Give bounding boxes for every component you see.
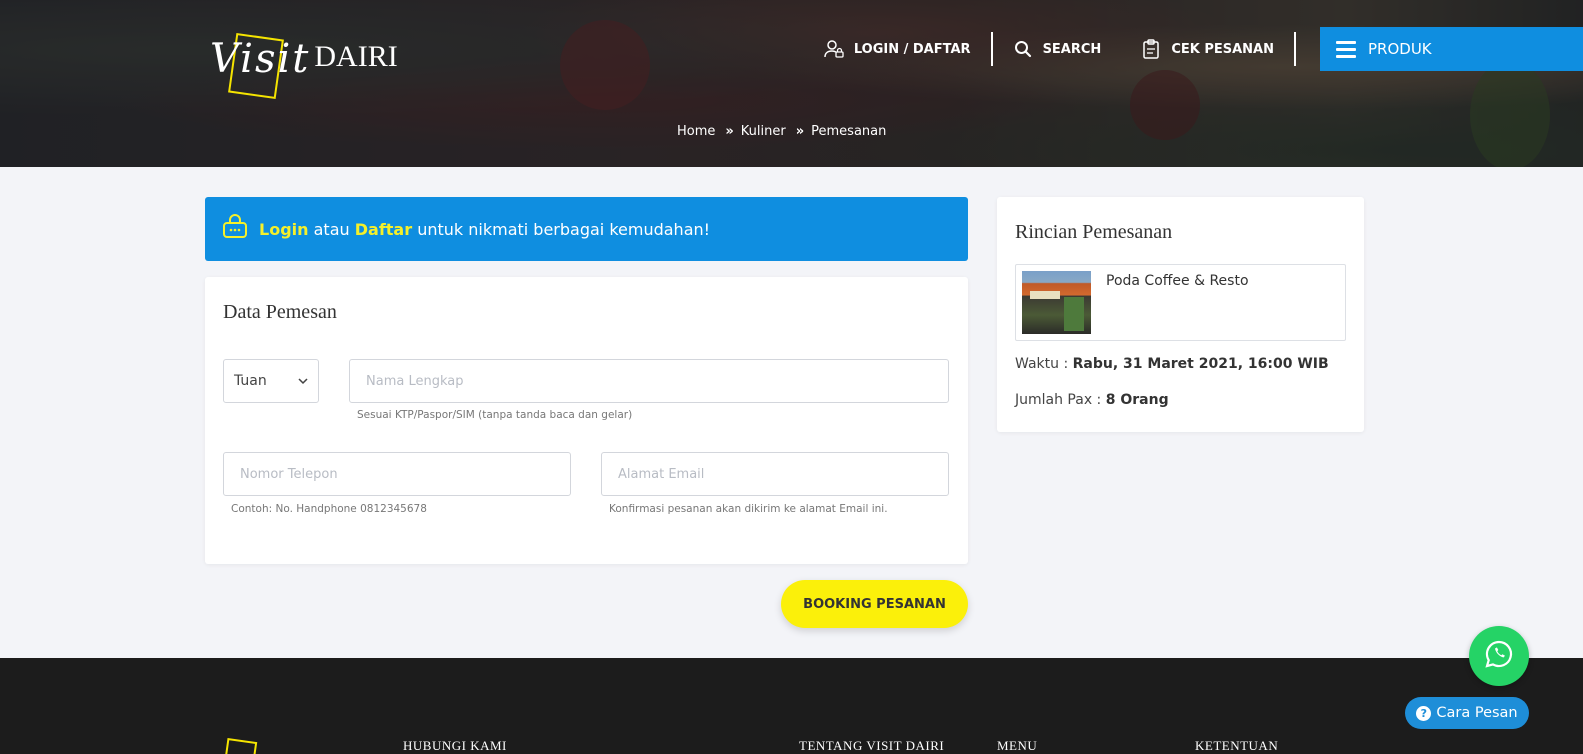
clipboard-icon — [1141, 39, 1161, 59]
email-placeholder: Alamat Email — [618, 466, 705, 482]
ordered-item[interactable]: Poda Coffee & Resto — [1015, 264, 1346, 341]
whatsapp-button[interactable] — [1469, 626, 1529, 686]
breadcrumb-kuliner[interactable]: Kuliner — [741, 124, 786, 139]
hero-decoration — [560, 20, 650, 110]
phone-placeholder: Nomor Telepon — [240, 466, 338, 482]
time-label: Waktu : — [1015, 356, 1069, 372]
logo-word: DAIRI — [314, 40, 398, 73]
cara-pesan-button[interactable]: ? Cara Pesan — [1405, 697, 1529, 729]
pax-label: Jumlah Pax : — [1015, 392, 1102, 408]
cara-pesan-label: Cara Pesan — [1436, 705, 1518, 721]
hero-decoration — [1470, 60, 1550, 167]
search-icon — [1013, 39, 1033, 59]
question-icon: ? — [1416, 705, 1432, 721]
breadcrumb-separator-icon: » — [795, 124, 805, 139]
breadcrumb-separator-icon: » — [725, 124, 734, 139]
breadcrumb-home[interactable]: Home — [677, 124, 715, 139]
footer: HUBUNGI KAMI TENTANG VISIT DAIRI MENU KE… — [0, 658, 1583, 754]
search-label: SEARCH — [1042, 41, 1102, 57]
full-name-placeholder: Nama Lengkap — [366, 373, 464, 389]
cek-pesanan-link[interactable]: CEK PESANAN — [1121, 31, 1294, 67]
full-name-hint: Sesuai KTP/Paspor/SIM (tanpa tanda baca … — [357, 409, 633, 421]
breadcrumb-current: Pemesanan — [811, 124, 887, 139]
data-pemesan-card: Data Pemesan Tuan Nama Lengkap Sesuai KT… — [205, 277, 968, 564]
chevron-down-icon — [298, 373, 308, 389]
banner-rest: untuk nikmati berbagai kemudahan! — [417, 219, 711, 239]
login-link[interactable]: LOGIN / DAFTAR — [804, 31, 991, 67]
produk-menu-button[interactable]: PRODUK — [1320, 27, 1583, 71]
full-name-input[interactable]: Nama Lengkap — [349, 359, 949, 403]
breadcrumb: Home » Kuliner » Pemesanan — [677, 124, 886, 139]
banner-daftar-link[interactable]: Daftar — [355, 220, 412, 239]
title-select[interactable]: Tuan — [223, 359, 319, 403]
title-select-value: Tuan — [234, 373, 267, 389]
cek-pesanan-label: CEK PESANAN — [1171, 41, 1274, 57]
phone-input[interactable]: Nomor Telepon — [223, 452, 571, 496]
phone-hint: Contoh: No. Handphone 0812345678 — [231, 503, 427, 515]
time-line: Waktu : Rabu, 31 Maret 2021, 16:00 WIB — [1015, 356, 1329, 372]
pax-line: Jumlah Pax : 8 Orang — [1015, 392, 1169, 408]
pax-value: 8 Orang — [1105, 392, 1169, 408]
top-nav: LOGIN / DAFTAR SEARCH CEK PESANAN PRODUK — [804, 27, 1583, 71]
shopping-basket-icon — [221, 213, 249, 246]
email-hint: Konfirmasi pesanan akan dikirim ke alama… — [609, 503, 888, 515]
time-value: Rabu, 31 Maret 2021, 16:00 WIB — [1072, 356, 1329, 372]
login-banner: Login atau Daftar untuk nikmati berbagai… — [205, 197, 968, 261]
card-title: Data Pemesan — [223, 301, 337, 323]
footer-ketentuan-heading: KETENTUAN — [1195, 738, 1279, 753]
footer-tentang-heading: TENTANG VISIT DAIRI — [799, 738, 945, 753]
site-logo[interactable]: Visit DAIRI — [210, 32, 398, 100]
nav-divider — [1294, 32, 1296, 66]
footer-logo[interactable] — [224, 738, 258, 754]
booking-button[interactable]: BOOKING PESANAN — [781, 580, 968, 628]
item-name: Poda Coffee & Resto — [1106, 273, 1249, 289]
hamburger-icon — [1336, 40, 1356, 58]
produk-label: PRODUK — [1368, 40, 1432, 58]
summary-title: Rincian Pemesanan — [1015, 221, 1173, 243]
hero-decoration — [1130, 70, 1200, 140]
login-label: LOGIN / DAFTAR — [853, 41, 971, 57]
banner-or: atau — [313, 219, 350, 239]
footer-menu-heading: MENU — [997, 738, 1038, 753]
footer-hubungi-heading: HUBUNGI KAMI — [403, 738, 507, 753]
search-link[interactable]: SEARCH — [993, 31, 1122, 67]
whatsapp-icon — [1484, 639, 1514, 674]
banner-text: Login atau Daftar untuk nikmati berbagai… — [259, 220, 710, 239]
logo-script: Visit — [210, 36, 311, 82]
item-thumbnail — [1022, 271, 1091, 334]
user-lock-icon — [824, 39, 844, 59]
rincian-pemesanan-card: Rincian Pemesanan Poda Coffee & Resto Wa… — [997, 197, 1364, 432]
email-input[interactable]: Alamat Email — [601, 452, 949, 496]
banner-login-link[interactable]: Login — [259, 220, 309, 239]
